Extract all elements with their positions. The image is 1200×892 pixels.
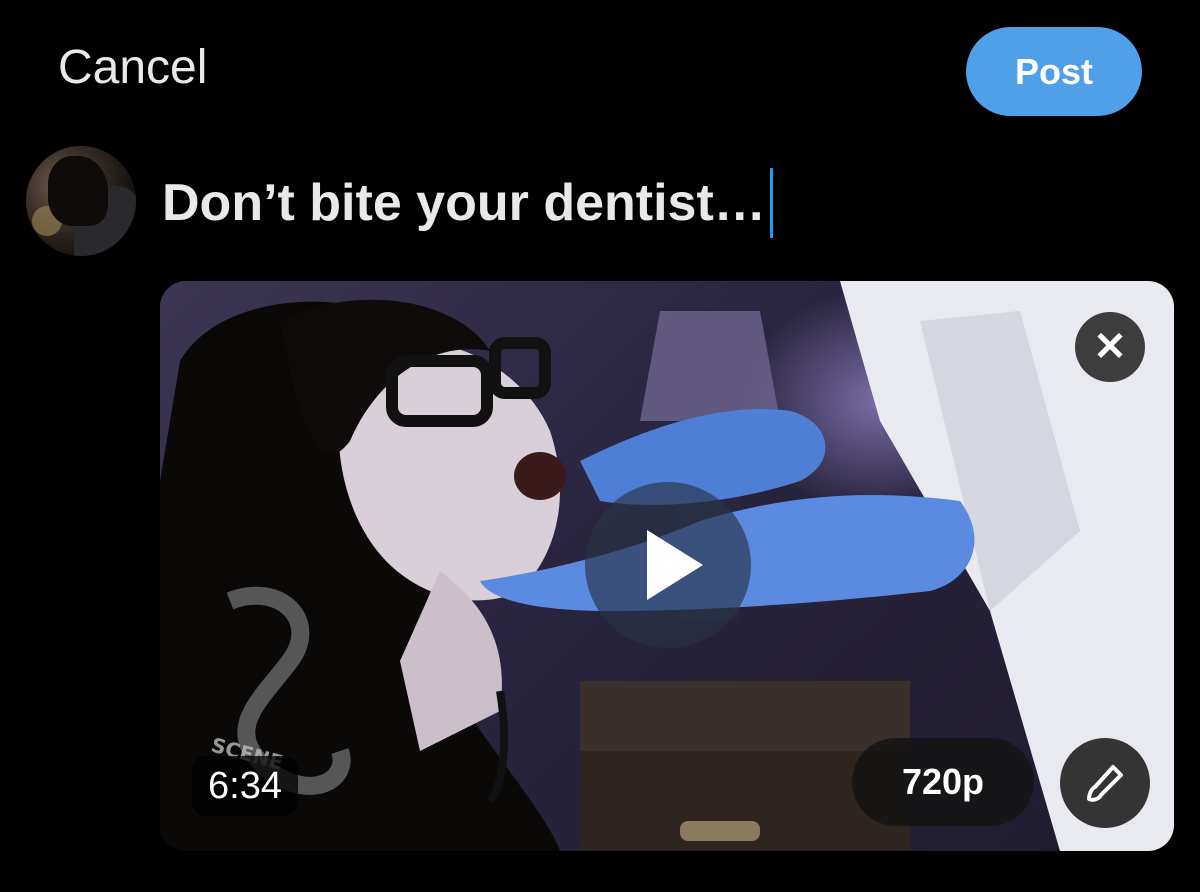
close-icon: ✕ bbox=[1093, 325, 1127, 369]
play-icon bbox=[647, 530, 703, 600]
video-duration-badge: 6:34 bbox=[192, 756, 298, 816]
video-quality-button[interactable]: 720p bbox=[852, 738, 1034, 826]
cancel-button[interactable]: Cancel bbox=[58, 40, 207, 95]
post-button[interactable]: Post bbox=[966, 27, 1142, 116]
avatar[interactable] bbox=[26, 146, 136, 256]
text-cursor bbox=[769, 168, 773, 238]
paintbrush-icon bbox=[1087, 765, 1123, 802]
edit-media-button[interactable] bbox=[1060, 738, 1150, 828]
compose-text: Don’t bite your dentist… bbox=[162, 174, 766, 232]
remove-media-button[interactable]: ✕ bbox=[1075, 312, 1145, 382]
compose-text-field[interactable]: Don’t bite your dentist… bbox=[162, 168, 773, 238]
play-button[interactable] bbox=[585, 482, 751, 648]
